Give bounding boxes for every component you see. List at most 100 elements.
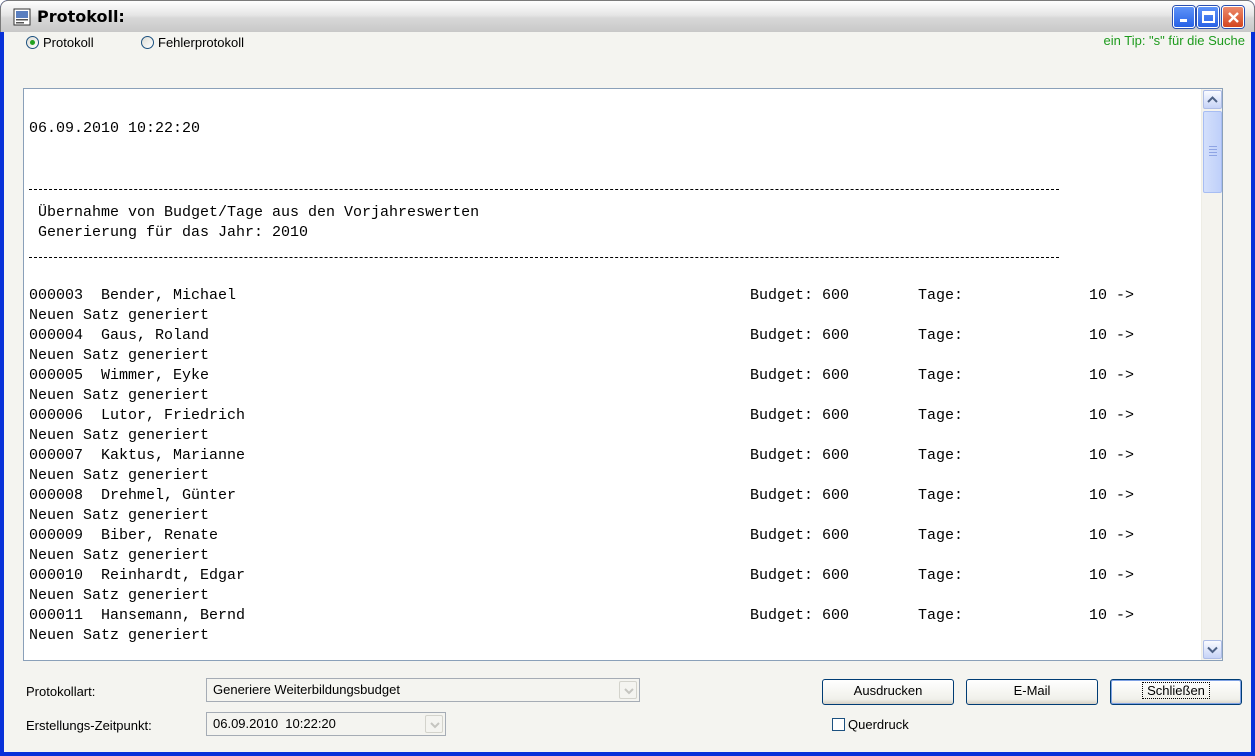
entry-status: Neuen Satz generiert — [29, 627, 210, 644]
log-header-line: Übernahme von Budget/Tage aus den Vorjah… — [29, 204, 480, 221]
log-entry-row: 000005 Wimmer, Eyke Budget: 600 Tage: 10 -> — [29, 366, 1199, 386]
entry-tage-label: Tage: — [918, 487, 964, 504]
entry-tage-label: Tage: — [918, 327, 964, 344]
radio-unselected-icon — [141, 35, 154, 49]
email-button[interactable]: E-Mail — [966, 679, 1098, 705]
entry-status: Neuen Satz generiert — [29, 387, 210, 404]
report-icon — [13, 8, 31, 26]
radio-selected-icon — [26, 35, 39, 49]
entry-budget: Budget: 600 — [750, 567, 850, 584]
log-entry-row: 000010 Reinhardt, Edgar Budget: 600 Tage: 1… — [29, 566, 1199, 586]
entry-status: Neuen Satz generiert — [29, 427, 210, 444]
minimize-button[interactable] — [1173, 6, 1195, 28]
schliessen-button[interactable]: Schließen — [1110, 679, 1242, 705]
querdruck-checkbox[interactable]: Querdruck — [832, 714, 909, 734]
entry-budget: Budget: 600 — [750, 287, 850, 304]
entry-budget: Budget: 600 — [750, 367, 850, 384]
scroll-thumb[interactable] — [1203, 111, 1222, 193]
log-entry-row: 000009 Biber, Renate Budget: 600 Tage: 10 -… — [29, 526, 1199, 546]
chevron-down-icon — [430, 722, 440, 729]
entry-tage-label: Tage: — [918, 527, 964, 544]
schliessen-label: Schließen — [1142, 682, 1210, 699]
dropdown-button[interactable] — [425, 715, 443, 733]
entry-tage-value: 10 -> — [1089, 327, 1135, 344]
checkbox-icon — [832, 717, 845, 731]
chevron-down-icon — [624, 688, 634, 695]
log-entry-row: 000008 Drehmel, Günter Budget: 600 Tage: 10… — [29, 486, 1199, 506]
protokollart-label: Protokollart: — [26, 684, 96, 699]
ausdrucken-button[interactable]: Ausdrucken — [822, 679, 954, 705]
entry-id-name: 000006 Lutor, Friedrich — [29, 407, 246, 424]
entry-tage-value: 10 -> — [1089, 607, 1135, 624]
entry-tage-label: Tage: — [918, 447, 964, 464]
entry-tage-value: 10 -> — [1089, 367, 1135, 384]
entry-budget: Budget: 600 — [750, 327, 850, 344]
protokollart-value: Generiere Weiterbildungsbudget — [213, 682, 400, 697]
radio-protokoll[interactable]: Protokoll — [26, 32, 94, 52]
title-bar[interactable]: Protokoll: — [0, 0, 1255, 32]
chevron-down-icon — [1207, 646, 1218, 654]
entry-status: Neuen Satz generiert — [29, 507, 210, 524]
log-entry-row: 000007 Kaktus, Marianne Budget: 600 Tage: 1… — [29, 446, 1199, 466]
log-entry-row: 000011 Hansemann, Bernd Budget: 600 Tage: 1… — [29, 606, 1199, 626]
querdruck-label: Querdruck — [848, 716, 909, 732]
protokollart-select[interactable]: Generiere Weiterbildungsbudget — [206, 678, 640, 702]
chevron-up-icon — [1207, 96, 1218, 103]
close-button[interactable] — [1222, 6, 1244, 28]
dropdown-button[interactable] — [619, 681, 637, 699]
entry-status: Neuen Satz generiert — [29, 347, 210, 364]
entry-id-name: 000010 Reinhardt, Edgar — [29, 567, 246, 584]
scroll-up-button[interactable] — [1203, 90, 1222, 109]
entry-id-name: 000005 Wimmer, Eyke — [29, 367, 210, 384]
scroll-down-button[interactable] — [1203, 640, 1222, 659]
entry-tage-label: Tage: — [918, 367, 964, 384]
radio-fehlerprotokoll-label: Fehlerprotokoll — [158, 34, 244, 50]
log-header-line: Generierung für das Jahr: 2010 — [29, 224, 309, 241]
window-title: Protokoll: — [37, 7, 125, 26]
entry-tage-label: Tage: — [918, 287, 964, 304]
minimize-icon — [1180, 19, 1187, 22]
log-timestamp: 06.09.2010 10:22:20 — [29, 120, 201, 137]
entry-budget: Budget: 600 — [750, 607, 850, 624]
protokoll-window: Protokoll: Protokoll Fehlerprotokoll ein… — [0, 0, 1255, 756]
maximize-button[interactable] — [1197, 6, 1219, 28]
entry-status: Neuen Satz generiert — [29, 587, 210, 604]
entry-tage-value: 10 -> — [1089, 527, 1135, 544]
footer-panel: Protokollart: Generiere Weiterbildungsbu… — [0, 664, 1255, 756]
entry-tage-value: 10 -> — [1089, 487, 1135, 504]
entry-budget: Budget: 600 — [750, 487, 850, 504]
radio-protokoll-label: Protokoll — [43, 34, 94, 50]
log-divider — [29, 189, 1059, 190]
entry-tage-label: Tage: — [918, 567, 964, 584]
entry-status: Neuen Satz generiert — [29, 467, 210, 484]
search-tip: ein Tip: "s" für die Suche — [1103, 33, 1245, 48]
entry-status: Neuen Satz generiert — [29, 547, 210, 564]
zeitpunkt-value: 06.09.2010 10:22:20 — [213, 716, 336, 731]
entry-tage-value: 10 -> — [1089, 447, 1135, 464]
zeitpunkt-label: Erstellungs-Zeitpunkt: — [26, 718, 152, 733]
entry-tage-label: Tage: — [918, 607, 964, 624]
entry-id-name: 000011 Hansemann, Bernd — [29, 607, 246, 624]
log-entry-row: 000006 Lutor, Friedrich Budget: 600 Tage: 1… — [29, 406, 1199, 426]
entry-tage-value: 10 -> — [1089, 287, 1135, 304]
entry-tage-label: Tage: — [918, 407, 964, 424]
log-entry-row: 000003 Bender, Michael Budget: 600 Tage: 10… — [29, 286, 1199, 306]
vertical-scrollbar[interactable] — [1201, 89, 1222, 660]
entry-id-name: 000007 Kaktus, Marianne — [29, 447, 246, 464]
entry-tage-value: 10 -> — [1089, 567, 1135, 584]
protocol-log[interactable]: 06.09.2010 10:22:20 Übernahme von Budget… — [23, 88, 1223, 661]
entry-id-name: 000008 Drehmel, Günter — [29, 487, 237, 504]
log-divider — [29, 257, 1059, 258]
entry-id-name: 000004 Gaus, Roland — [29, 327, 210, 344]
entry-id-name: 000003 Bender, Michael — [29, 287, 237, 304]
entry-tage-value: 10 -> — [1089, 407, 1135, 424]
log-entry-row: 000004 Gaus, Roland Budget: 600 Tage: 10 -> — [29, 326, 1199, 346]
close-icon — [1228, 12, 1239, 23]
entry-budget: Budget: 600 — [750, 527, 850, 544]
radio-fehlerprotokoll[interactable]: Fehlerprotokoll — [141, 32, 244, 52]
zeitpunkt-select[interactable]: 06.09.2010 10:22:20 — [206, 712, 446, 736]
entry-id-name: 000009 Biber, Renate — [29, 527, 219, 544]
entry-status: Neuen Satz generiert — [29, 307, 210, 324]
maximize-icon — [1202, 11, 1215, 23]
entry-budget: Budget: 600 — [750, 447, 850, 464]
